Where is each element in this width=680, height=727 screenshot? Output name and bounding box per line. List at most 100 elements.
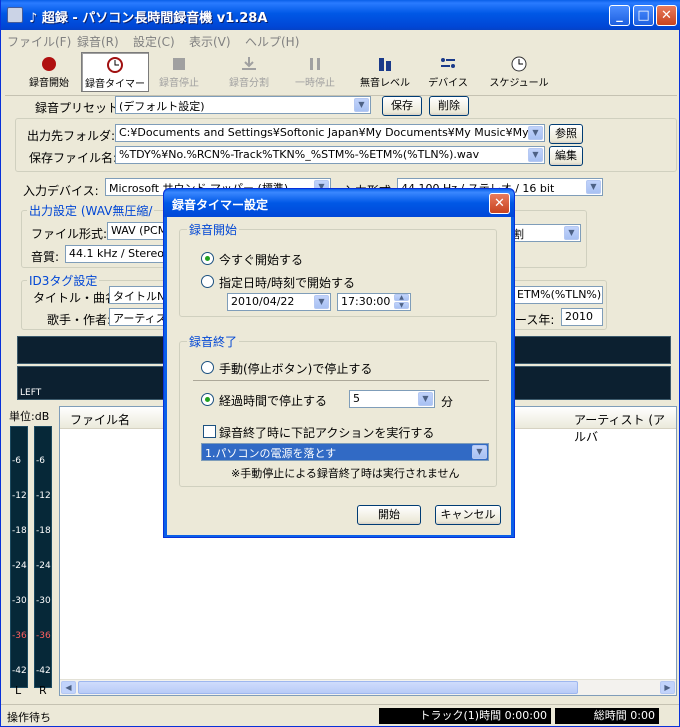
menu-file[interactable]: ファイル(F): [7, 33, 71, 50]
scroll-left-icon[interactable]: ◀: [61, 681, 76, 694]
menu-bar: ファイル(F) 録音(R) 設定(C) 表示(V) ヘルプ(H): [1, 30, 679, 50]
cancel-button[interactable]: キャンセル: [435, 505, 501, 525]
chevron-down-icon: ▼: [528, 148, 543, 162]
title-bar[interactable]: ♪ 超録 - パソコン長時間録音機 v1.28A _ □ ✕: [1, 0, 680, 30]
rec-timer-label: 録音タイマー: [85, 79, 145, 90]
end-manual-radio[interactable]: [201, 361, 214, 374]
rec-split-button[interactable]: 録音分割: [223, 52, 275, 92]
device-label: デバイス: [428, 78, 468, 89]
file-format-label: ファイル形式:: [31, 227, 108, 241]
output-settings-title: 出力設定 (WAV無圧縮/: [27, 202, 155, 219]
id3-year-field[interactable]: 2010: [561, 308, 603, 326]
quality-select[interactable]: 44.1 kHz / Stereo: [65, 245, 177, 263]
vu-tick: -12: [36, 491, 51, 501]
output-file-select[interactable]: %TDY%¥No.%RCN%-Track%TKN%_%STM%-%ETM%(%T…: [115, 146, 545, 164]
divider: [193, 380, 489, 381]
vu-tick: -6: [12, 456, 21, 466]
rec-timer-button[interactable]: 録音タイマー: [81, 52, 149, 92]
record-icon: [40, 56, 58, 72]
action-checkbox[interactable]: [203, 425, 216, 438]
spin-up-icon[interactable]: ▲: [394, 294, 409, 301]
pause-label: 一時停止: [295, 78, 335, 89]
vu-tick: -18: [12, 526, 27, 536]
minutes-select[interactable]: 5 ▼: [349, 390, 435, 408]
date-value: 2010/04/22: [231, 295, 295, 308]
minimize-button[interactable]: _: [609, 5, 630, 26]
rec-start-label: 録音開始: [29, 78, 69, 89]
vu-tick: -6: [36, 456, 45, 466]
action-select[interactable]: 1.パソコンの電源を落とす ▼: [201, 443, 489, 461]
action-check-label[interactable]: 録音終了時に下記アクションを実行する: [219, 424, 434, 441]
menu-view[interactable]: 表示(V): [189, 33, 231, 50]
output-file-label: 保存ファイル名:: [29, 151, 118, 165]
id3-title-field[interactable]: タイトルNo: [109, 286, 169, 304]
horizontal-scrollbar[interactable]: ◀ ▶: [60, 679, 676, 695]
output-folder-select[interactable]: C:¥Documents and Settings¥Softonic Japan…: [115, 124, 545, 142]
total-time: 総時間 0:00: [555, 708, 659, 724]
end-elapsed-label[interactable]: 経過時間で停止する: [219, 392, 327, 409]
split-icon: [240, 56, 258, 72]
close-button[interactable]: ✕: [656, 5, 677, 26]
chevron-down-icon: ▼: [472, 445, 487, 459]
schedule-label: スケジュール: [489, 78, 549, 89]
id3-right-field[interactable]: ETM%(%TLN%): [513, 286, 603, 304]
start-at-label[interactable]: 指定日時/時刻で開始する: [219, 274, 355, 291]
maximize-button[interactable]: □: [633, 5, 654, 26]
edit-button[interactable]: 編集: [549, 146, 583, 166]
dialog-title: 録音タイマー設定: [172, 198, 269, 212]
time-spinner[interactable]: 17:30:00 ▲ ▼: [337, 293, 411, 311]
vu-meter: 単位:dB -6 -6 -12 -12 -18 -18 -24 -24 -30 …: [5, 406, 59, 700]
col-filename[interactable]: ファイル名: [70, 411, 130, 428]
rec-start-button[interactable]: 録音開始: [23, 52, 75, 92]
menu-help[interactable]: ヘルプ(H): [245, 33, 299, 50]
status-bar: 操作待ち トラック(1)時間 0:00:00 総時間 0:00: [1, 704, 679, 726]
rec-split-label: 録音分割: [229, 78, 269, 89]
pause-button[interactable]: 一時停止: [289, 52, 341, 92]
vu-tick: -36: [12, 631, 27, 641]
menu-record[interactable]: 録音(R): [77, 33, 119, 50]
start-at-radio[interactable]: [201, 275, 214, 288]
schedule-button[interactable]: スケジュール: [489, 52, 549, 92]
pause-icon: [306, 56, 324, 72]
id3-title: ID3タグ設定: [27, 272, 100, 289]
end-manual-label[interactable]: 手動(停止ボタン)で停止する: [219, 360, 372, 377]
rec-stop-label: 録音停止: [159, 78, 199, 89]
rec-stop-button[interactable]: 録音停止: [153, 52, 205, 92]
start-now-radio[interactable]: [201, 252, 214, 265]
menu-settings[interactable]: 設定(C): [133, 33, 175, 50]
scroll-thumb[interactable]: [78, 681, 578, 694]
vu-tick: -42: [12, 666, 27, 676]
vu-unit: 単位:dB: [9, 410, 50, 423]
start-button[interactable]: 開始: [357, 505, 421, 525]
dialog-close-button[interactable]: ✕: [489, 193, 510, 214]
preset-select[interactable]: (デフォルト設定) ▼: [115, 96, 371, 114]
preset-value: (デフォルト設定): [119, 100, 205, 113]
start-group-title: 録音開始: [187, 221, 240, 238]
spin-down-icon[interactable]: ▼: [394, 302, 409, 309]
preset-save-button[interactable]: 保存: [382, 96, 422, 116]
stop-icon: [170, 56, 188, 72]
app-icon: [7, 7, 23, 23]
timer-icon: [106, 57, 124, 73]
dialog-title-bar[interactable]: 録音タイマー設定 ✕: [164, 189, 514, 217]
device-icon: [439, 56, 457, 72]
id3-right-value: ETM%(%TLN%): [517, 288, 602, 301]
split-select[interactable]: 割 ▼: [509, 224, 581, 242]
browse-button[interactable]: 参照: [549, 124, 583, 144]
output-file-value: %TDY%¥No.%RCN%-Track%TKN%_%STM%-%ETM%(%T…: [119, 148, 480, 161]
col-artist[interactable]: アーティスト (アルバ: [574, 411, 676, 445]
end-elapsed-radio[interactable]: [201, 393, 214, 406]
preset-delete-button[interactable]: 削除: [429, 96, 469, 116]
scroll-right-icon[interactable]: ▶: [660, 681, 675, 694]
toolbar: 録音開始 録音タイマー 録音停止 録音分割 一時停止 無音レベル デバイス スケ…: [5, 52, 677, 96]
vu-l-label: L: [15, 684, 22, 697]
quality-label: 音質:: [31, 250, 60, 264]
chevron-down-icon: ▼: [564, 226, 579, 240]
date-picker[interactable]: 2010/04/22 ▼: [227, 293, 331, 311]
device-button[interactable]: デバイス: [425, 52, 471, 92]
meter-left-label: LEFT: [20, 388, 42, 398]
silence-level-button[interactable]: 無音レベル: [357, 52, 413, 92]
quality-value: 44.1 kHz / Stereo: [69, 247, 164, 260]
start-now-label[interactable]: 今すぐ開始する: [219, 251, 303, 268]
id3-artist-field[interactable]: アーティス: [109, 308, 169, 326]
